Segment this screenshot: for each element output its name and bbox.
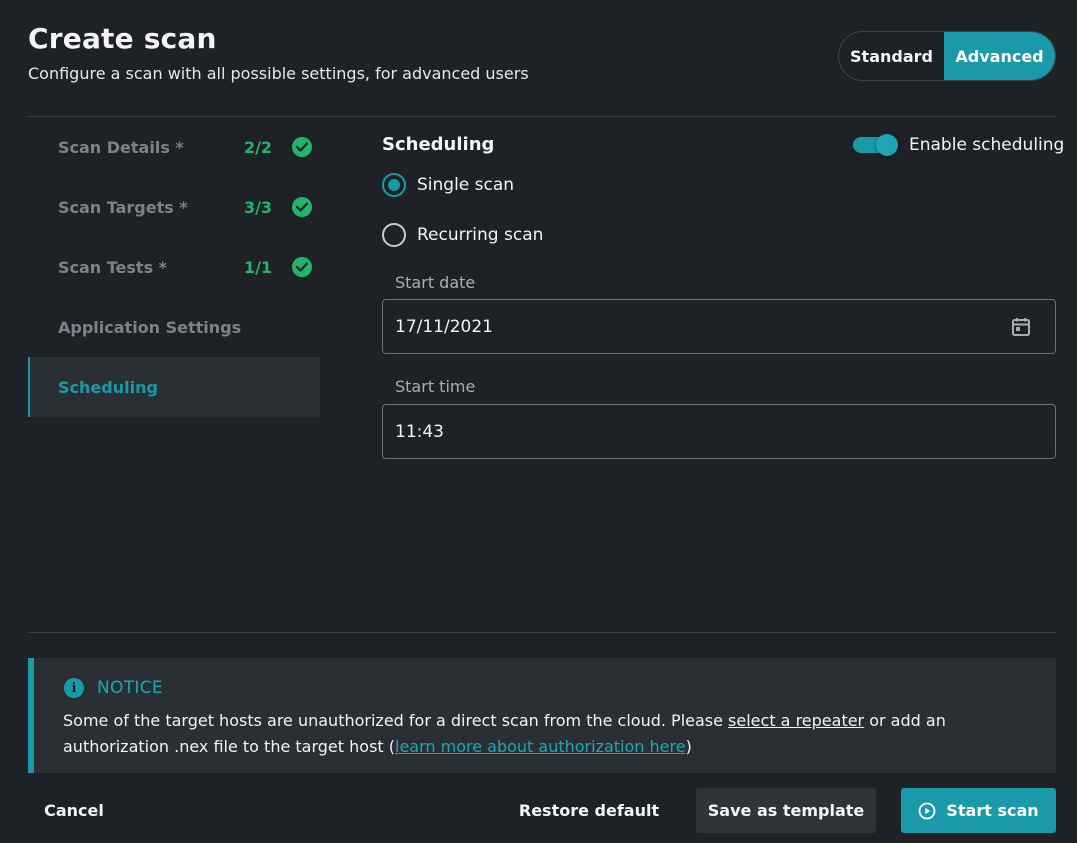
learn-more-link[interactable]: learn more about authorization here: [395, 737, 686, 756]
radio-single-scan[interactable]: Single scan: [382, 173, 514, 197]
radio-recurring-scan[interactable]: Recurring scan: [382, 223, 543, 247]
sidebar-item-label: Scan Targets *: [58, 197, 188, 217]
select-repeater-link[interactable]: select a repeater: [728, 711, 864, 730]
play-circle-icon: [918, 802, 936, 819]
restore-default-button[interactable]: Restore default: [512, 788, 666, 832]
check-circle-icon: [292, 137, 312, 157]
start-scan-button[interactable]: Start scan: [901, 788, 1056, 833]
radio-label: Single scan: [417, 175, 515, 195]
check-circle-icon: [292, 197, 312, 217]
radio-button[interactable]: [382, 173, 406, 197]
calendar-icon[interactable]: [1009, 315, 1033, 339]
start-date-field[interactable]: 17/11/2021: [382, 299, 1056, 354]
start-time-label: Start time: [395, 377, 476, 396]
start-date-value: 17/11/2021: [395, 316, 493, 337]
steps-sidebar: Scan Details * 2/2 Scan Targets * 3/3 Sc…: [28, 117, 320, 417]
notice-box: i NOTICE Some of the target hosts are un…: [28, 658, 1056, 773]
sidebar-item-label: Application Settings: [58, 317, 242, 337]
notice-text-after: ): [685, 737, 692, 756]
check-circle-icon: [292, 257, 312, 277]
mode-standard-button[interactable]: Standard: [839, 32, 944, 80]
page-title: Create scan: [28, 22, 217, 55]
start-time-value: 11:43: [395, 421, 444, 442]
start-date-label: Start date: [395, 273, 476, 292]
sidebar-item-scan-tests[interactable]: Scan Tests * 1/1: [28, 237, 320, 297]
notice-text-before: Some of the target hosts are unauthorize…: [63, 711, 729, 730]
enable-scheduling-toggle[interactable]: Enable scheduling: [853, 134, 1064, 156]
step-count: 1/1: [243, 257, 273, 277]
step-count: 2/2: [243, 137, 273, 157]
cancel-button[interactable]: Cancel: [28, 788, 120, 832]
save-template-button[interactable]: Save as template: [696, 788, 876, 833]
section-title: Scheduling: [382, 134, 495, 155]
toggle-knob: [876, 134, 898, 156]
mode-toggle: Standard Advanced: [838, 31, 1056, 81]
notice-title: NOTICE: [97, 678, 163, 698]
sidebar-item-scan-details[interactable]: Scan Details * 2/2: [28, 117, 320, 177]
sidebar-item-label: Scan Tests *: [58, 257, 168, 277]
info-icon: i: [64, 678, 84, 698]
mode-advanced-button[interactable]: Advanced: [944, 32, 1055, 80]
notice-header: i NOTICE: [64, 678, 163, 698]
start-time-field[interactable]: 11:43: [382, 404, 1056, 459]
notice-text: Some of the target hosts are unauthorize…: [63, 708, 1023, 760]
sidebar-item-label: Scheduling: [58, 377, 158, 397]
toggle-label: Enable scheduling: [909, 135, 1065, 155]
bottom-divider: [28, 632, 1056, 633]
sidebar-item-label: Scan Details *: [58, 137, 184, 157]
radio-button[interactable]: [382, 223, 406, 247]
toggle-switch[interactable]: [853, 134, 899, 156]
sidebar-item-scheduling[interactable]: Scheduling: [28, 357, 320, 417]
sidebar-item-scan-targets[interactable]: Scan Targets * 3/3: [28, 177, 320, 237]
create-scan-dialog: Create scan Configure a scan with all po…: [0, 0, 1077, 843]
page-subtitle: Configure a scan with all possible setti…: [28, 64, 529, 83]
sidebar-item-application-settings[interactable]: Application Settings: [28, 297, 320, 357]
step-count: 3/3: [243, 197, 273, 217]
radio-label: Recurring scan: [417, 225, 544, 245]
start-scan-label: Start scan: [946, 801, 1039, 820]
